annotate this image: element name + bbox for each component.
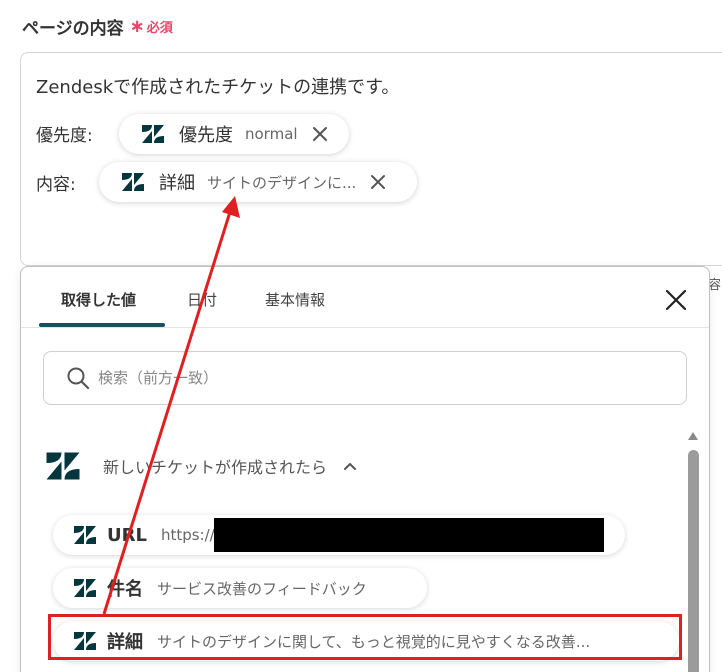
close-icon[interactable] <box>665 289 687 311</box>
field-label: ページの内容 <box>22 19 124 39</box>
priority-chip-name: 優先度 <box>179 125 233 146</box>
content-chip-value: サイトのデザインに... <box>207 173 357 192</box>
item-name: URL <box>107 524 147 546</box>
tab-date[interactable]: 日付 <box>187 289 217 310</box>
zendesk-logo-icon <box>74 632 96 650</box>
close-icon[interactable] <box>312 126 328 142</box>
priority-label: 優先度: <box>36 126 93 146</box>
scrollbar-thumb[interactable] <box>688 450 699 672</box>
group-title: 新しいチケットが作成されたら <box>103 458 328 477</box>
zendesk-logo-icon <box>46 452 80 480</box>
search-field[interactable] <box>43 351 687 405</box>
required-star: ∗ <box>129 16 145 37</box>
item-name: 件名 <box>107 579 143 600</box>
content-variable-chip[interactable]: 詳細 サイトのデザインに... <box>99 162 417 202</box>
redacted-url-block <box>214 518 604 552</box>
zendesk-logo-icon <box>142 125 164 143</box>
search-input[interactable] <box>96 368 660 388</box>
tab-basic-info[interactable]: 基本情報 <box>265 289 325 310</box>
item-value: https:// <box>160 526 215 544</box>
chevron-up-icon[interactable] <box>343 461 357 471</box>
priority-variable-chip[interactable]: 優先度 normal <box>119 114 349 154</box>
active-tab-indicator <box>39 323 165 327</box>
zendesk-logo-icon <box>122 173 144 191</box>
scroll-up-arrow-icon[interactable] <box>688 432 698 440</box>
priority-chip-value: normal <box>245 125 298 143</box>
item-name: 詳細 <box>107 632 143 653</box>
search-icon <box>67 367 90 390</box>
tab-bar: 取得した値 日付 基本情報 <box>21 267 709 328</box>
zendesk-logo-icon <box>74 526 96 544</box>
content-chip-name: 詳細 <box>159 173 195 194</box>
variable-item-description[interactable]: 詳細 サイトのデザインに関して、もっと視覚的に見やすくなる改善... <box>53 621 679 661</box>
trigger-group-header[interactable]: 新しいチケットが作成されたら <box>45 451 357 481</box>
item-value: サイトのデザインに関して、もっと視覚的に見やすくなる改善... <box>157 632 591 651</box>
close-icon[interactable] <box>370 174 386 190</box>
variable-picker-panel: 取得した値 日付 基本情報 新しいチケットが作成されたら <box>20 266 710 672</box>
screen: ページの内容 ∗ 必須 Zendeskで作成されたチケットの連携です。 優先度:… <box>0 0 722 672</box>
variable-item-subject[interactable]: 件名 サービス改善のフィードバック <box>53 568 427 608</box>
required-text: 必須 <box>146 21 173 36</box>
zendesk-logo-icon <box>74 579 96 597</box>
item-value: サービス改善のフィードバック <box>157 579 367 598</box>
tab-fetched-values[interactable]: 取得した値 <box>61 289 136 310</box>
content-editor[interactable]: Zendeskで作成されたチケットの連携です。 優先度: 優先度 normal … <box>20 52 722 266</box>
editor-text-line: Zendeskで作成されたチケットの連携です。 <box>36 77 400 98</box>
content-label: 内容: <box>36 175 76 195</box>
section-label: ページの内容 ∗ 必須 <box>22 14 173 39</box>
